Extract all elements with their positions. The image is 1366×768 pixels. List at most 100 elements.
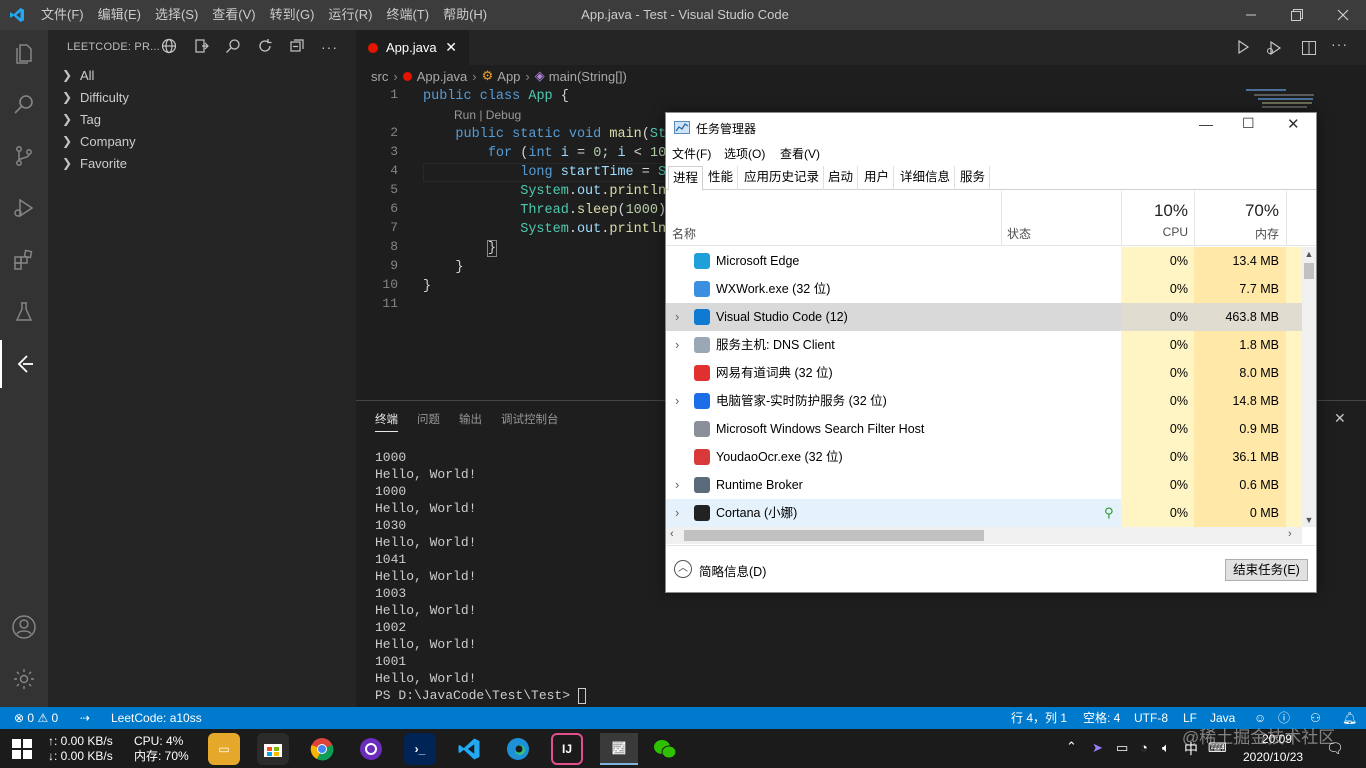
encoding[interactable]: UTF-8 xyxy=(1134,707,1168,729)
problems-status[interactable]: ⊗ 0 ⚠ 0 xyxy=(14,707,58,729)
tree-item-tag[interactable]: ❯ Tag xyxy=(48,108,356,130)
col-name[interactable]: 名称 xyxy=(672,225,696,242)
indentation[interactable]: 空格: 4 xyxy=(1083,707,1120,729)
breadcrumb-src[interactable]: src xyxy=(371,69,388,84)
clock-date[interactable]: 2020/10/23 xyxy=(1243,750,1303,765)
task-manager-taskbar-icon[interactable]: 📈︎ xyxy=(600,733,638,765)
chevron-right-icon[interactable]: › xyxy=(675,471,679,499)
battery-icon[interactable]: ▭ xyxy=(1116,740,1128,756)
more-actions-icon[interactable]: ··· xyxy=(1331,36,1348,52)
edge-icon[interactable] xyxy=(502,733,534,765)
tm-menu-view[interactable]: 查看(V) xyxy=(780,145,820,162)
minimize-button[interactable] xyxy=(1228,0,1274,30)
tm-vertical-scrollbar[interactable]: ▲ ▼ xyxy=(1302,247,1316,527)
menu-help[interactable]: 帮助(H) xyxy=(436,0,494,30)
run-icon[interactable] xyxy=(1236,39,1250,57)
process-row-selected[interactable]: › Visual Studio Code (12) 0% 463.8 MB xyxy=(666,303,1302,331)
file-explorer-icon[interactable]: ▭ xyxy=(208,733,240,765)
volume-icon[interactable]: 🔈︎ xyxy=(1162,740,1170,756)
vscode-taskbar-icon[interactable] xyxy=(453,733,485,765)
scroll-thumb[interactable] xyxy=(684,530,984,541)
tab-output[interactable]: 输出 xyxy=(459,411,482,427)
more-actions-icon[interactable]: ··· xyxy=(321,39,338,55)
run-debug-icon[interactable] xyxy=(0,184,48,232)
menu-run[interactable]: 运行(R) xyxy=(321,0,379,30)
menu-view[interactable]: 查看(V) xyxy=(205,0,262,30)
tab-terminal[interactable]: 终端 xyxy=(375,411,398,432)
menu-terminal[interactable]: 终端(T) xyxy=(379,0,436,30)
ms-store-icon[interactable] xyxy=(257,733,289,765)
menu-selection[interactable]: 选择(S) xyxy=(148,0,205,30)
tree-item-all[interactable]: ❯ All xyxy=(48,64,356,86)
search-problem-icon[interactable] xyxy=(225,38,241,57)
leetcode-icon[interactable] xyxy=(0,340,48,388)
notifications-bell-icon[interactable]: 🔔︎ xyxy=(1342,707,1357,729)
process-row[interactable]: Microsoft Edge 0% 13.4 MB xyxy=(666,247,1302,275)
live-share-icon[interactable]: ⇢ xyxy=(80,707,90,729)
powershell-icon[interactable]: ›_ xyxy=(404,733,436,765)
split-editor-icon[interactable] xyxy=(1301,40,1317,59)
codelens-run-debug[interactable]: Run | Debug xyxy=(454,108,521,122)
tm-tab-startup[interactable]: 启动 xyxy=(824,166,859,190)
tab-app-java[interactable]: App.java ✕ xyxy=(356,30,469,65)
account-icon[interactable] xyxy=(0,603,48,651)
testing-icon[interactable] xyxy=(0,288,48,336)
tm-tab-details[interactable]: 详细信息 xyxy=(896,166,956,190)
process-row[interactable]: Microsoft Windows Search Filter Host 0% … xyxy=(666,415,1302,443)
tm-close-button[interactable]: ✕ xyxy=(1287,115,1300,133)
scroll-thumb[interactable] xyxy=(1304,263,1314,279)
chrome-icon[interactable] xyxy=(306,733,338,765)
menu-go[interactable]: 转到(G) xyxy=(263,0,322,30)
intellij-icon[interactable]: IJ xyxy=(551,733,583,765)
chevron-right-icon[interactable]: › xyxy=(675,387,679,415)
extensions-icon[interactable] xyxy=(0,236,48,284)
close-window-button[interactable] xyxy=(1320,0,1366,30)
breadcrumb-method[interactable]: main(String[]) xyxy=(549,69,627,84)
tm-maximize-button[interactable]: ☐ xyxy=(1242,115,1255,132)
collapse-all-icon[interactable] xyxy=(289,38,305,57)
fewer-details-link[interactable]: 简略信息(D) xyxy=(699,561,766,580)
windows-start-icon[interactable] xyxy=(12,739,32,762)
end-task-button[interactable]: 结束任务(E) xyxy=(1225,559,1308,581)
settings-gear-icon[interactable] xyxy=(0,655,48,703)
explorer-icon[interactable] xyxy=(0,30,48,78)
cursor-position[interactable]: 行 4，列 1 xyxy=(1011,707,1067,729)
tree-item-company[interactable]: ❯ Company xyxy=(48,130,356,152)
menu-file[interactable]: 文件(F) xyxy=(34,0,91,30)
scroll-down-icon[interactable]: ▼ xyxy=(1302,513,1316,527)
tab-problems[interactable]: 问题 xyxy=(417,411,440,427)
tm-tab-processes[interactable]: 进程 xyxy=(668,166,704,191)
chevron-right-icon[interactable]: › xyxy=(675,303,679,331)
process-row-hover[interactable]: › Cortana (小娜) ⚲ 0% 0 MB xyxy=(666,499,1302,527)
col-memory[interactable]: 内存 xyxy=(1194,225,1286,242)
source-control-icon[interactable] xyxy=(0,132,48,180)
process-row[interactable]: WXWork.exe (32 位) 0% 7.7 MB xyxy=(666,275,1302,303)
tab-debug-console[interactable]: 调试控制台 xyxy=(501,411,559,427)
tm-tab-users[interactable]: 用户 xyxy=(860,166,895,190)
restore-button[interactable] xyxy=(1274,0,1320,30)
scroll-left-icon[interactable]: ‹ xyxy=(670,528,674,540)
debug-icon[interactable] xyxy=(1266,40,1282,59)
tm-tab-app-history[interactable]: 应用历史记录 xyxy=(740,166,825,190)
tree-item-favorite[interactable]: ❯ Favorite xyxy=(48,152,356,174)
process-row[interactable]: › Runtime Broker 0% 0.6 MB xyxy=(666,471,1302,499)
wifi-icon[interactable]: ◔ xyxy=(1140,740,1148,755)
wechat-icon[interactable] xyxy=(649,733,681,765)
col-memory-percent[interactable]: 70% xyxy=(1194,201,1286,221)
menu-edit[interactable]: 编辑(E) xyxy=(91,0,148,30)
scroll-up-icon[interactable]: ▲ xyxy=(1302,247,1316,261)
col-cpu[interactable]: CPU xyxy=(1121,225,1194,239)
refresh-icon[interactable] xyxy=(257,38,273,57)
tray-chevron-up-icon[interactable]: ⌃ xyxy=(1066,739,1077,755)
tm-menu-options[interactable]: 选项(O) xyxy=(724,145,765,162)
tm-tab-performance[interactable]: 性能 xyxy=(704,166,739,190)
process-row[interactable]: › 电脑管家-实时防护服务 (32 位) 0% 14.8 MB xyxy=(666,387,1302,415)
col-status[interactable]: 状态 xyxy=(1007,225,1031,242)
podcast-app-icon[interactable] xyxy=(355,733,387,765)
vs-feedback-tray-icon[interactable]: ➤ xyxy=(1092,740,1103,756)
process-row[interactable]: YoudaoOcr.exe (32 位) 0% 36.1 MB xyxy=(666,443,1302,471)
leetcode-status[interactable]: LeetCode: a10ss xyxy=(111,707,202,729)
chevron-up-circle-icon[interactable]: ︿ xyxy=(674,560,692,578)
close-panel-icon[interactable]: ✕ xyxy=(1334,410,1346,427)
tm-menu-file[interactable]: 文件(F) xyxy=(672,145,711,162)
